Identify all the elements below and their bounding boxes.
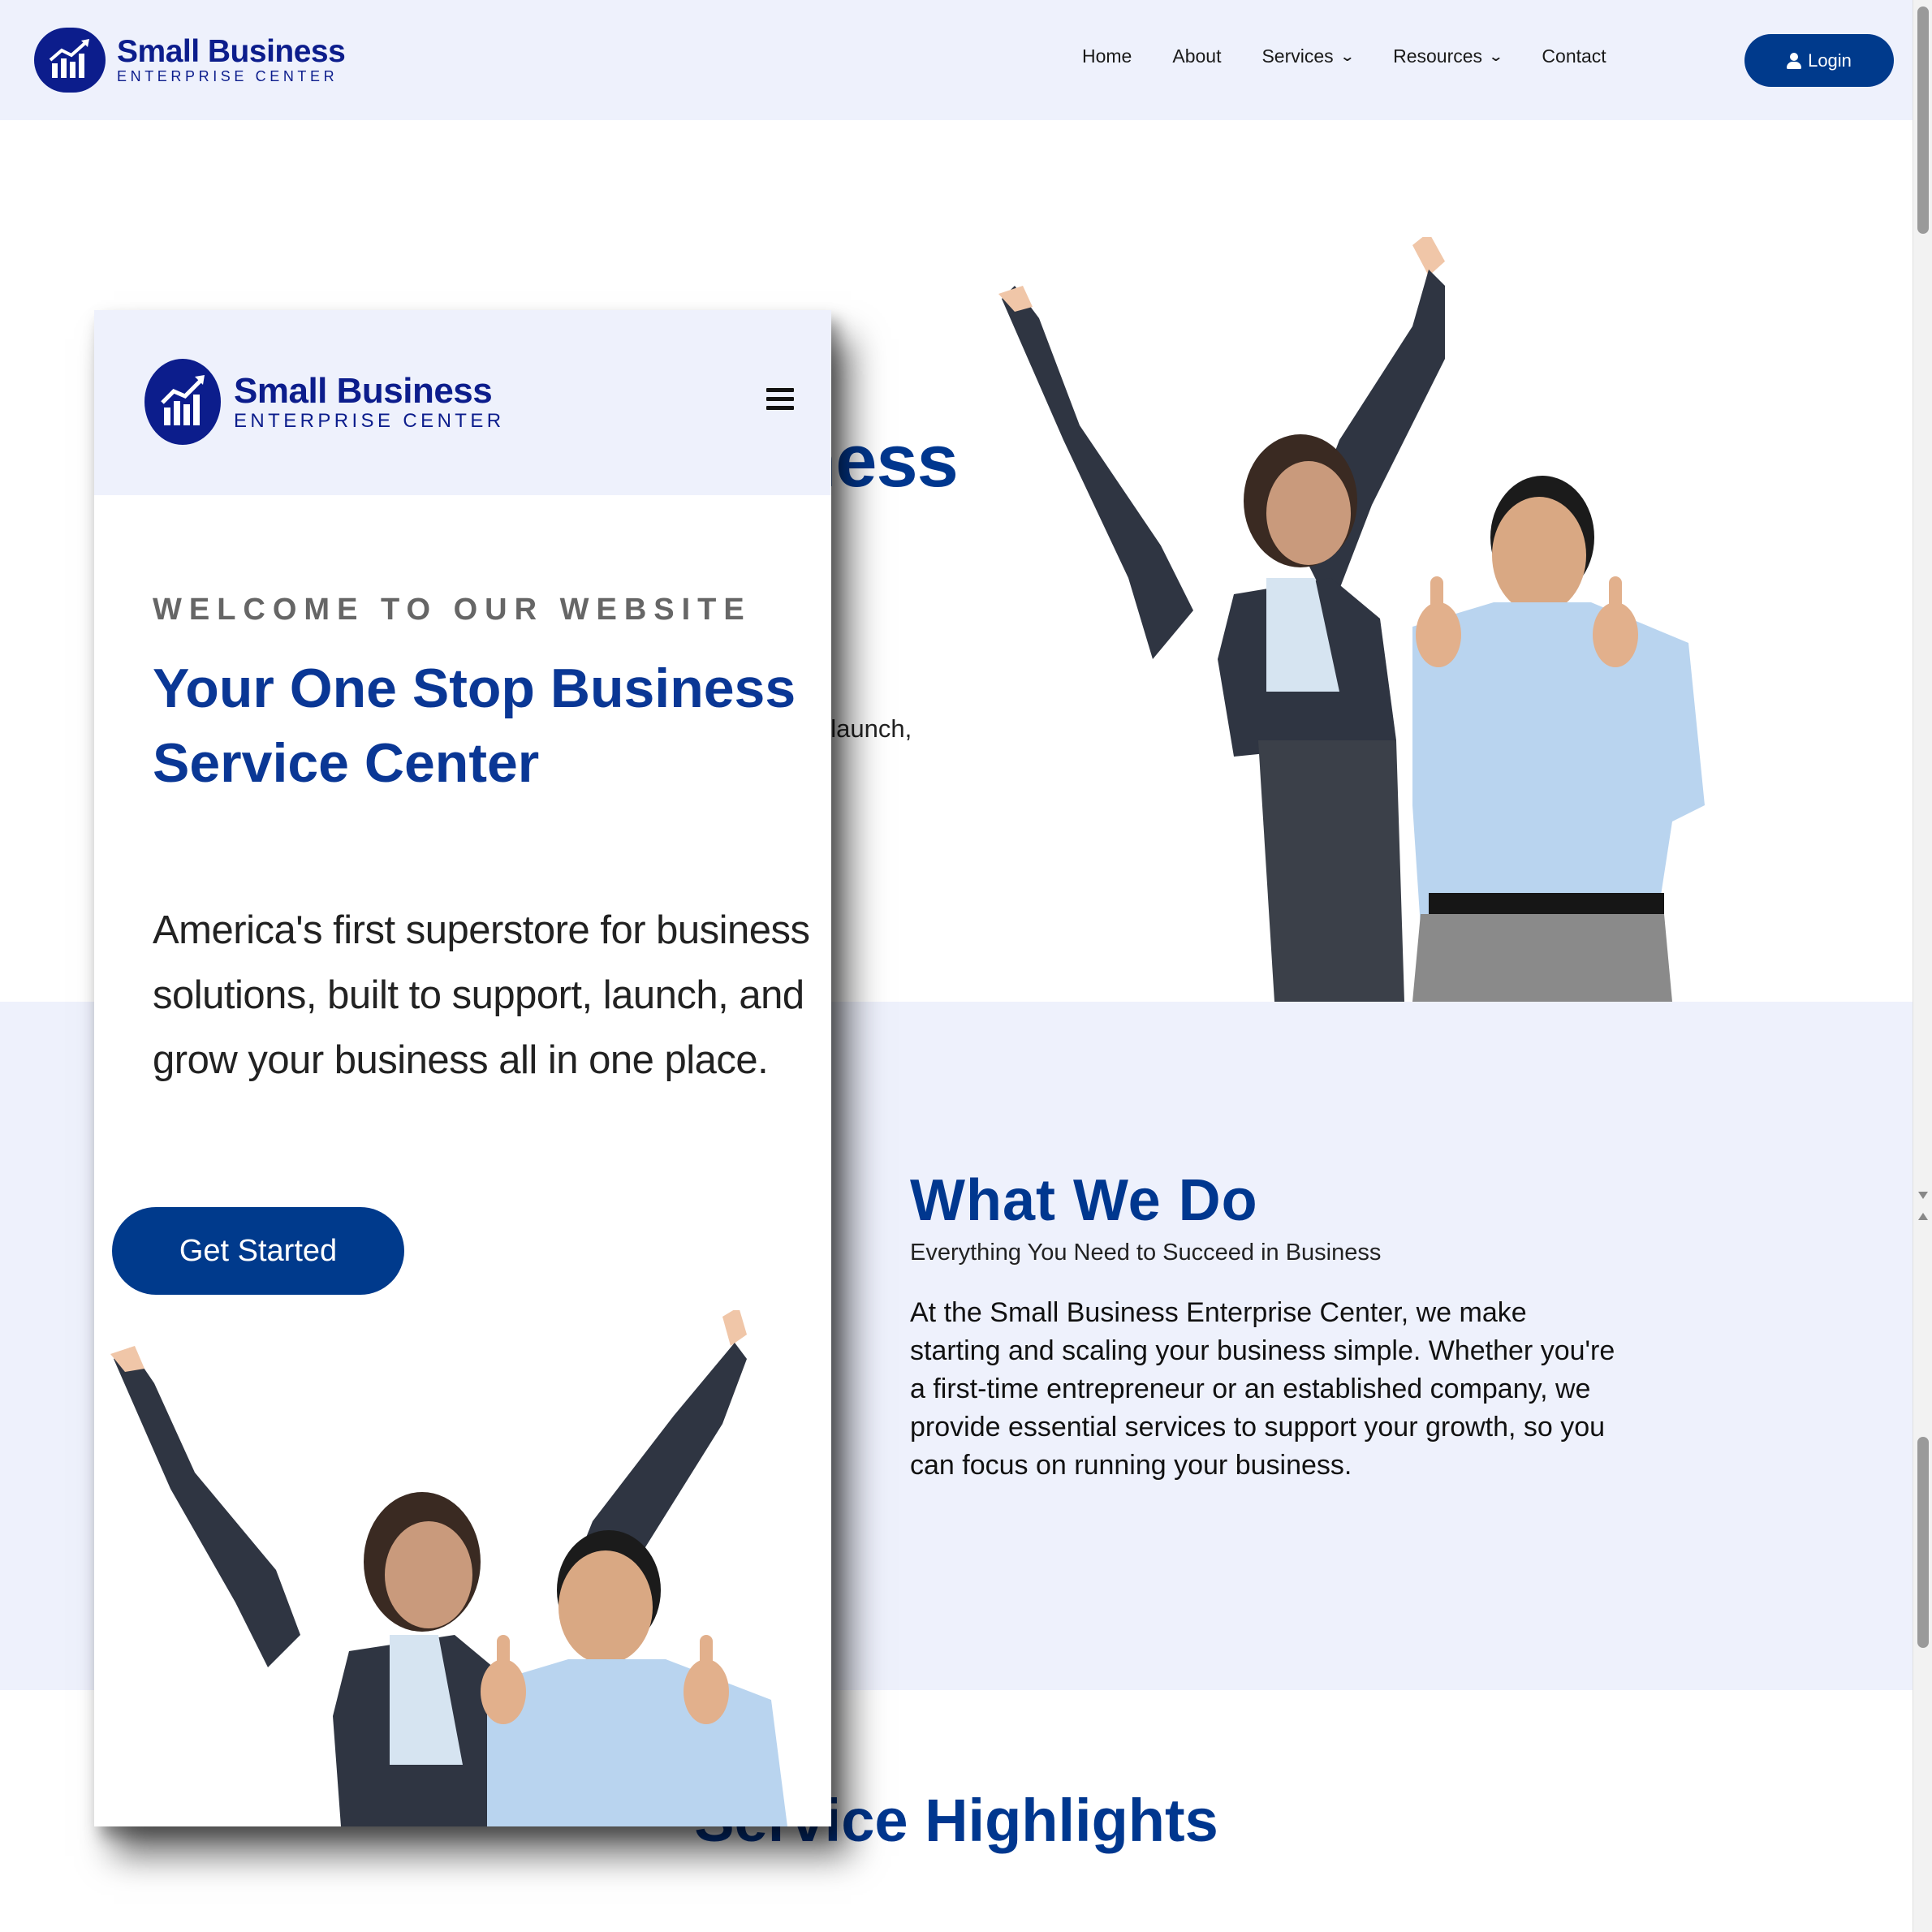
get-started-button[interactable]: Get Started bbox=[112, 1207, 404, 1295]
logo-title: Small Business bbox=[117, 34, 346, 69]
scrollbar-thumb-bottom[interactable] bbox=[1917, 1437, 1929, 1648]
chevron-down-icon: ⌄ bbox=[1339, 50, 1355, 64]
mobile-hero-text: America's first superstore for business … bbox=[153, 908, 810, 1082]
user-icon bbox=[1787, 52, 1802, 69]
nav-resources-label: Resources bbox=[1393, 45, 1483, 67]
nav-resources[interactable]: Resources ⌄ bbox=[1393, 45, 1504, 67]
welcome-eyebrow: WELCOME TO OUR WEBSITE bbox=[153, 593, 752, 627]
main-nav: Home About Services ⌄ Resources ⌄ Contact bbox=[1082, 45, 1647, 67]
mobile-logo-tagline: ENTERPRISE CENTER bbox=[234, 410, 505, 432]
chevron-down-icon: ⌄ bbox=[1488, 50, 1504, 64]
mobile-site-logo[interactable]: Small Business ENTERPRISE CENTER bbox=[144, 359, 505, 445]
logo-tagline: ENTERPRISE CENTER bbox=[117, 68, 339, 84]
what-we-do-subtitle: Everything You Need to Succeed in Busine… bbox=[910, 1240, 1382, 1266]
login-label: Login bbox=[1808, 50, 1852, 71]
hamburger-menu-icon[interactable] bbox=[766, 388, 794, 411]
nav-home[interactable]: Home bbox=[1082, 45, 1132, 67]
login-button[interactable]: Login bbox=[1744, 34, 1894, 87]
nav-home-label: Home bbox=[1082, 45, 1132, 67]
mobile-header: Small Business ENTERPRISE CENTER bbox=[94, 310, 831, 495]
nav-about[interactable]: About bbox=[1172, 45, 1221, 67]
what-we-do-text: At the Small Business Enterprise Center,… bbox=[910, 1297, 1615, 1481]
bar-chart-logo-icon bbox=[34, 28, 106, 93]
site-logo[interactable]: Small Business ENTERPRISE CENTER bbox=[34, 28, 346, 93]
scroll-up-arrow-icon[interactable] bbox=[1918, 1213, 1928, 1220]
nav-services-label: Services bbox=[1261, 45, 1334, 67]
mobile-hero-title: Your One Stop Business Service Center bbox=[153, 658, 796, 794]
scroll-down-arrow-icon[interactable] bbox=[1918, 1192, 1928, 1199]
bar-chart-logo-icon bbox=[144, 359, 221, 445]
nav-contact[interactable]: Contact bbox=[1542, 45, 1606, 67]
get-started-label: Get Started bbox=[179, 1233, 338, 1268]
nav-about-label: About bbox=[1172, 45, 1222, 67]
site-header: Small Business ENTERPRISE CENTER Home Ab… bbox=[0, 0, 1913, 120]
nav-services[interactable]: Services ⌄ bbox=[1261, 45, 1355, 67]
mobile-preview: Small Business ENTERPRISE CENTER WELCOME… bbox=[94, 310, 831, 1826]
nav-contact-label: Contact bbox=[1542, 45, 1606, 67]
scrollbar-thumb-top[interactable] bbox=[1917, 6, 1929, 234]
what-we-do-title: What We Do bbox=[910, 1168, 1258, 1233]
hero-business-people-image bbox=[998, 237, 1705, 1002]
mobile-logo-title: Small Business bbox=[234, 371, 493, 411]
mobile-hero-business-people-image bbox=[110, 1310, 787, 1826]
page-scrollbar[interactable] bbox=[1913, 0, 1932, 1932]
